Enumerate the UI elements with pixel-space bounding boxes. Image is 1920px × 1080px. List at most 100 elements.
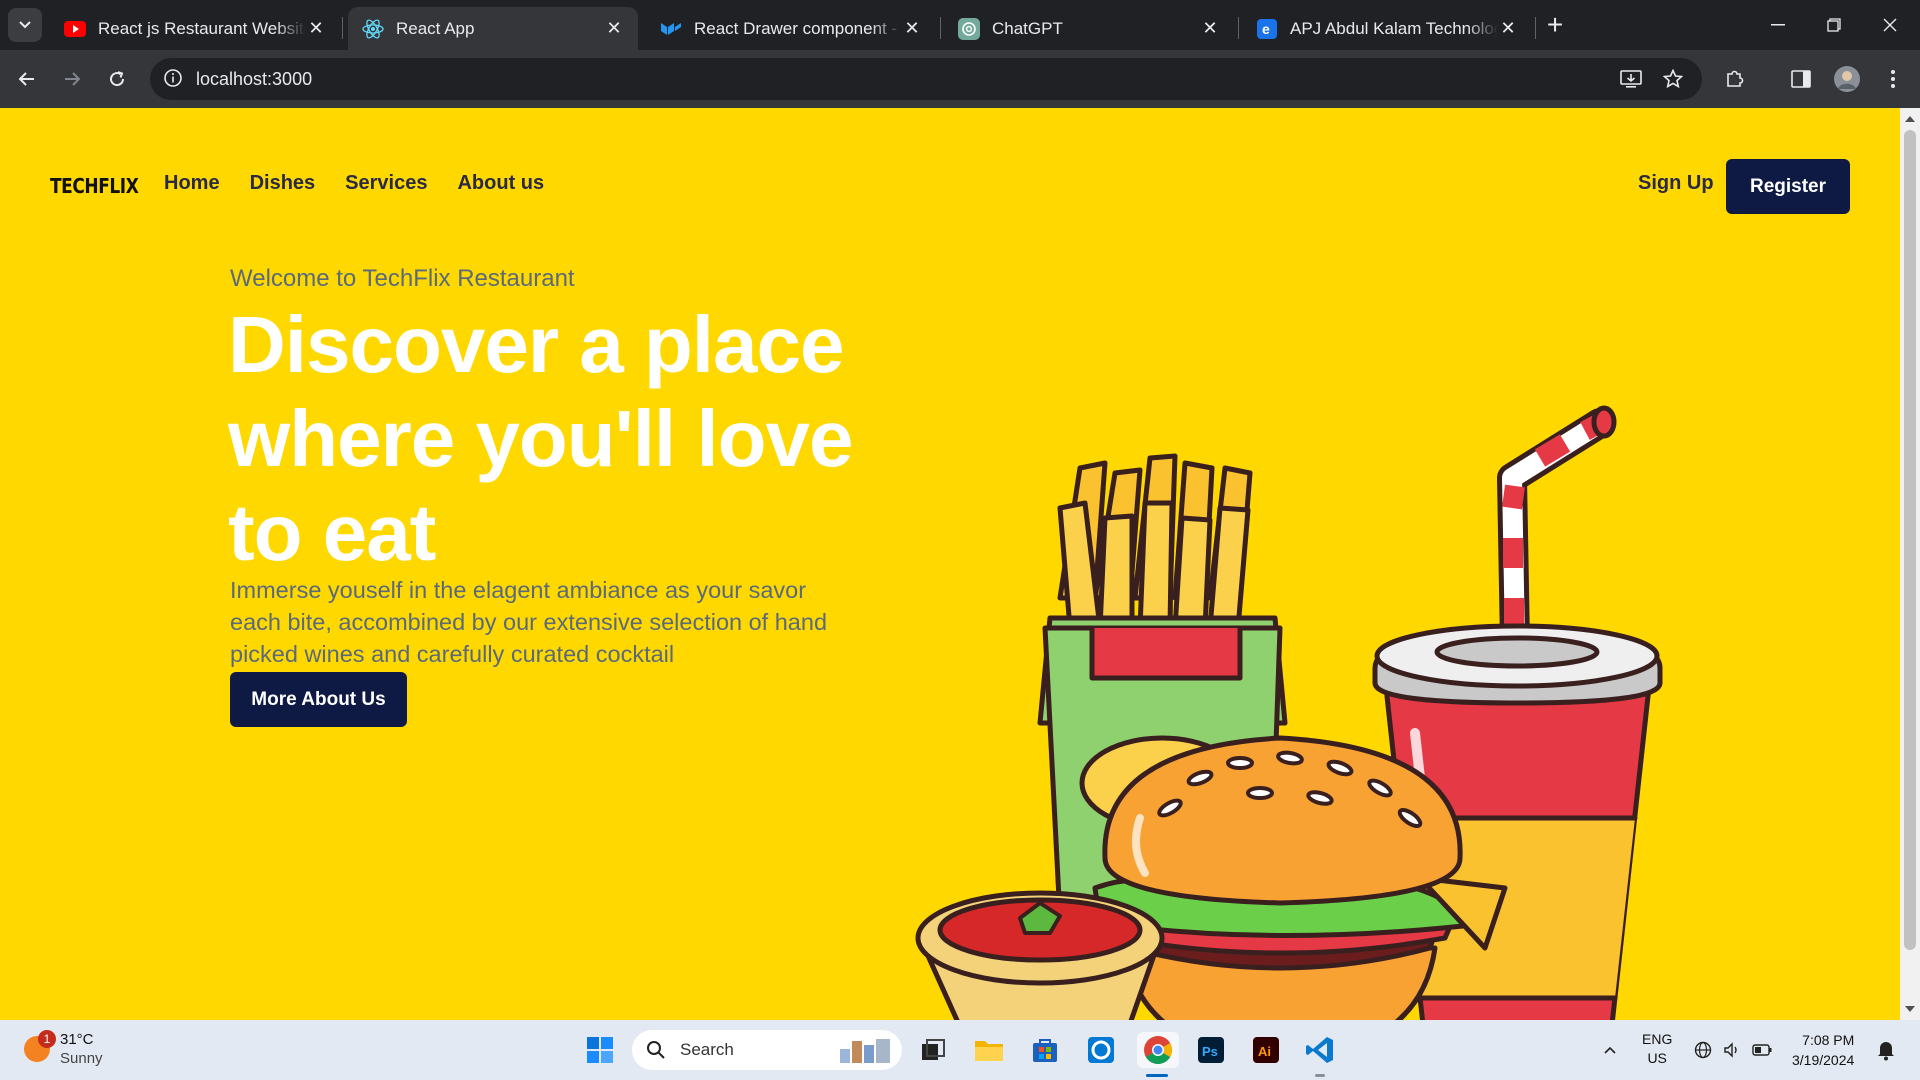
sun-icon: 1 [24,1030,56,1062]
restore-button[interactable] [1808,8,1860,42]
scrollbar-thumb[interactable] [1904,130,1916,950]
vscode-button[interactable] [1302,1032,1338,1068]
svg-text:Ai: Ai [1258,1044,1271,1059]
main-nav: Home Dishes Services About us [164,172,544,195]
tab-chatgpt[interactable]: ChatGPT ✕ [944,7,1234,50]
sauce-bowl-graphic [915,890,1165,1020]
tab-title: React Drawer component - Mat [694,18,902,38]
install-icon [1620,70,1642,88]
tab-search-button[interactable] [8,8,42,42]
nav-services[interactable]: Services [345,172,427,195]
photoshop-icon: Ps [1198,1037,1224,1063]
show-hidden-icons-button[interactable] [1592,1032,1628,1068]
chrome-icon [1144,1036,1172,1064]
address-bar[interactable]: localhost:3000 [150,58,1702,100]
side-panel-button[interactable] [1784,62,1818,96]
restore-icon [1827,18,1841,32]
edge-e-icon: e [1256,18,1278,40]
illustrator-icon: Ai [1253,1037,1279,1063]
minimize-icon [1771,24,1785,26]
close-icon[interactable]: ✕ [1200,18,1220,39]
close-window-button[interactable] [1864,8,1916,42]
tab-ktu[interactable]: e APJ Abdul Kalam Technological ✕ [1242,7,1532,50]
active-app-indicator [1146,1074,1168,1077]
nav-dishes[interactable]: Dishes [250,172,316,195]
tab-react-app[interactable]: React App ✕ [348,7,638,50]
task-view-button[interactable] [915,1032,951,1068]
close-icon [1883,18,1897,32]
arrow-left-icon [18,72,34,86]
search-highlight-icon [840,1039,890,1063]
language-indicator[interactable]: ENG US [1642,1030,1672,1068]
close-icon[interactable]: ✕ [306,18,326,39]
nav-about[interactable]: About us [457,172,544,195]
start-button[interactable] [582,1032,618,1068]
task-view-icon [922,1039,945,1060]
star-icon [1663,69,1683,89]
weather-widget[interactable]: 1 31°C Sunny [24,1030,103,1068]
tab-strip: React js Restaurant Website with ✕ React… [0,0,1920,50]
chatgpt-icon [958,17,980,40]
tab-youtube[interactable]: React js Restaurant Website with ✕ [50,7,340,50]
register-button[interactable]: Register [1726,159,1850,214]
clock-date: 3/19/2024 [1792,1052,1855,1068]
site-info-icon[interactable] [162,67,184,94]
back-button[interactable] [10,62,44,96]
browser-menu-button[interactable] [1876,62,1910,96]
svg-text:Ps: Ps [1202,1044,1218,1059]
food-illustration [915,405,1663,1020]
bookmark-button[interactable] [1656,62,1690,96]
site-logo[interactable]: TECHFLIX [50,174,139,198]
search-icon [647,1041,665,1059]
file-explorer-button[interactable] [971,1032,1007,1068]
taskbar: 1 31°C Sunny Search Ps Ai ENG US 7:08 PM… [0,1020,1920,1080]
store-icon [1033,1039,1057,1062]
forward-button[interactable] [55,62,89,96]
chrome-taskbar-button[interactable] [1137,1032,1179,1068]
battery-icon [1752,1044,1772,1056]
notifications-button[interactable] [1868,1032,1904,1068]
illustrator-button[interactable]: Ai [1248,1032,1284,1068]
scroll-up-arrow[interactable] [1905,116,1915,122]
tab-divider [342,17,343,39]
chevron-up-icon [1604,1046,1616,1054]
taskbar-search[interactable]: Search [632,1030,902,1070]
address-text: localhost:3000 [196,69,313,89]
vscode-icon [1306,1037,1333,1063]
extensions-button[interactable] [1718,62,1752,96]
straw-graphic [1497,405,1617,658]
cortana-icon [1088,1037,1114,1063]
hero-description: Immerse youself in the elagent ambiance … [230,577,828,667]
notification-badge: 1 [38,1030,56,1048]
mui-icon [660,18,682,40]
sign-up-link[interactable]: Sign Up [1638,172,1714,195]
tab-mui[interactable]: React Drawer component - Mat ✕ [646,7,936,50]
weather-temp: 31°C [60,1031,94,1048]
reload-icon [110,71,125,87]
cortana-button[interactable] [1083,1032,1119,1068]
tab-title: React js Restaurant Website with [98,18,306,38]
globe-icon [1694,1041,1711,1059]
minimize-button[interactable] [1752,8,1804,42]
more-about-us-button[interactable]: More About Us [230,672,407,727]
reload-button[interactable] [100,62,134,96]
profile-button[interactable] [1830,62,1864,96]
close-icon[interactable]: ✕ [604,18,624,39]
photoshop-button[interactable]: Ps [1193,1032,1229,1068]
store-button[interactable] [1027,1032,1063,1068]
clock[interactable]: 7:08 PM 3/19/2024 [1792,1030,1854,1070]
close-icon[interactable]: ✕ [1498,18,1518,39]
svg-text:e: e [1262,21,1270,37]
tab-title: ChatGPT [992,18,1063,38]
close-icon[interactable]: ✕ [902,18,922,39]
system-tray-icons[interactable] [1688,1032,1778,1068]
scroll-down-arrow[interactable] [1905,1006,1915,1012]
nav-home[interactable]: Home [164,172,220,195]
folder-icon [975,1041,1003,1061]
tab-divider [1238,17,1239,39]
new-tab-button[interactable]: + [1540,10,1570,40]
install-app-button[interactable] [1614,62,1648,96]
page-scrollbar[interactable] [1900,108,1920,1020]
tab-divider [940,17,941,39]
volume-icon [1724,1042,1737,1058]
